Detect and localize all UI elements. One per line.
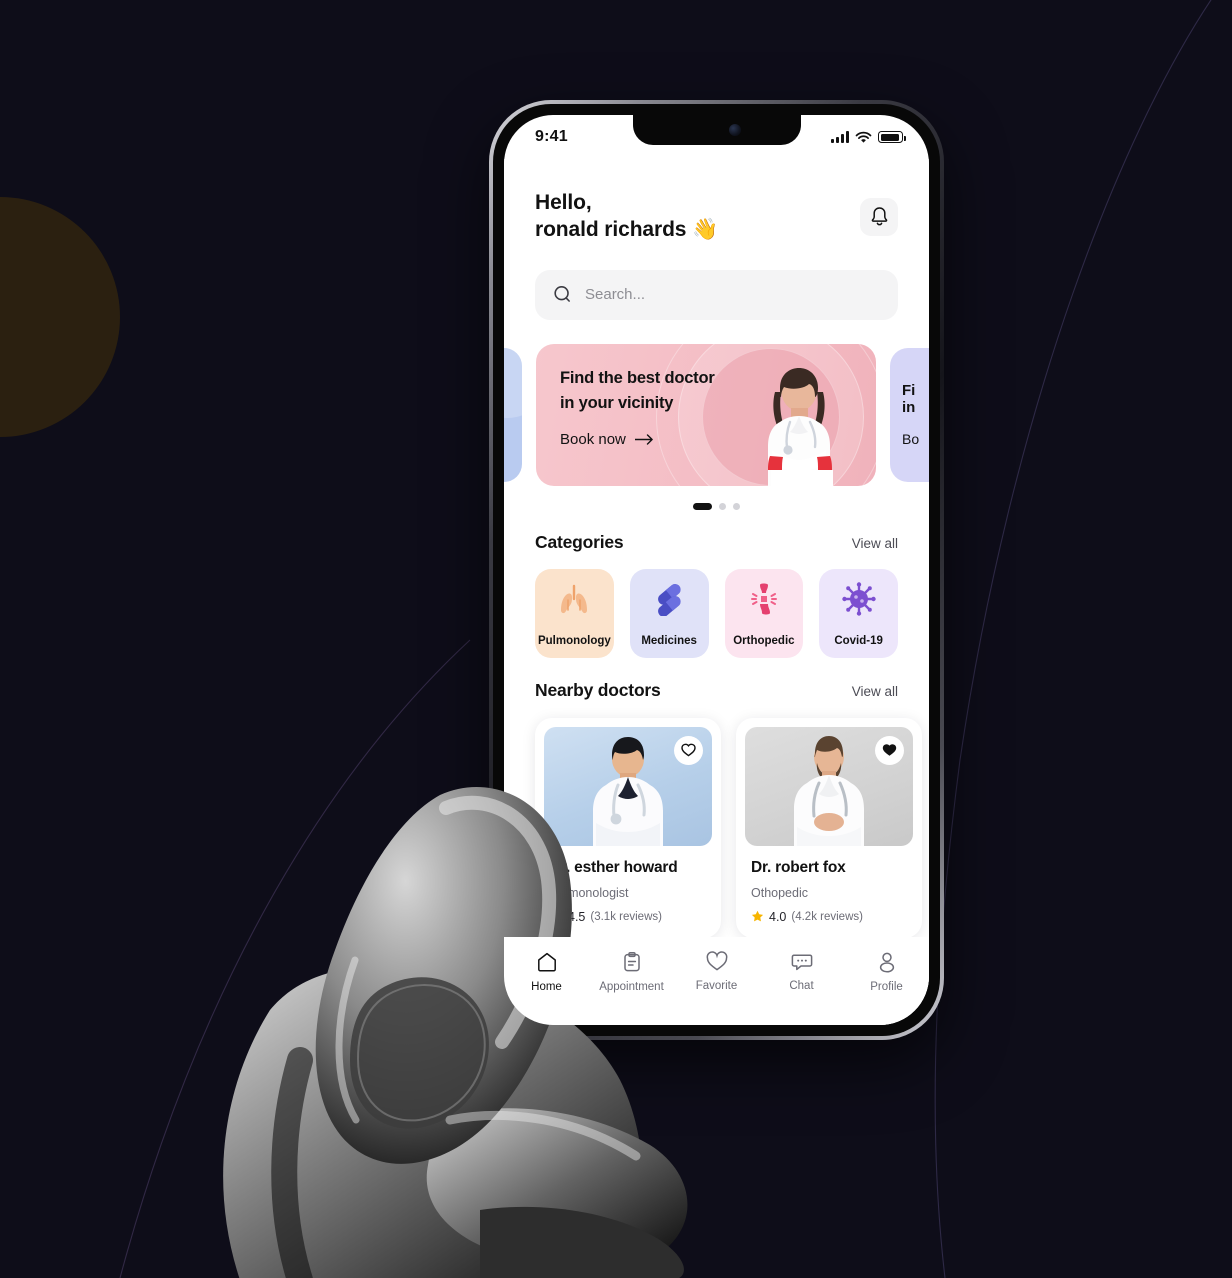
category-card-covid19[interactable]: Covid-19 — [819, 568, 898, 658]
battery-icon — [878, 131, 906, 143]
chat-bubble-icon — [791, 954, 812, 971]
tab-label: Chat — [789, 980, 814, 992]
doctor-rating-value: 4.0 — [769, 909, 787, 924]
doctor-name: Dr. esther howard — [550, 858, 678, 876]
notification-button[interactable] — [860, 197, 898, 236]
nurse-illustration — [768, 367, 833, 486]
tab-chat[interactable]: Chat — [759, 951, 844, 992]
arrow-right-icon — [634, 434, 653, 445]
person-icon — [879, 952, 894, 973]
greeting-line-1: Hello, — [535, 191, 592, 214]
cellular-bars-icon — [831, 131, 849, 143]
clipboard-icon — [623, 952, 640, 972]
greeting-text: Hello, ronald richards 👋 — [535, 190, 718, 244]
doctor-specialty: Pulmonologist — [550, 885, 629, 900]
heart-icon — [706, 951, 727, 971]
doctors-view-all-link[interactable]: View all — [852, 684, 898, 699]
category-label: Pulmonology — [537, 634, 611, 647]
categories-title: Categories — [535, 531, 624, 552]
bell-icon — [871, 207, 887, 226]
pagination-dot-1[interactable] — [693, 502, 712, 510]
tab-label: Profile — [870, 981, 903, 993]
promo-banner-previous[interactable] — [504, 347, 522, 482]
category-card-medicines[interactable]: Medicines — [629, 568, 709, 658]
promo-carousel[interactable]: Find the best doctor in your vicinity Bo… — [504, 343, 929, 486]
carousel-pagination[interactable] — [504, 502, 929, 510]
doctor-specialty: Othopedic — [751, 885, 808, 900]
category-label: Medicines — [641, 634, 697, 647]
star-icon — [550, 911, 563, 922]
promo-banner-active[interactable]: Find the best doctor in your vicinity Bo… — [536, 343, 876, 486]
categories-list: Pulmonology Medicines Orthopedic Covid-1… — [504, 568, 929, 658]
promo-banner-next[interactable]: Fi in Bo — [890, 347, 929, 482]
doctors-header: Nearby doctors View all — [504, 680, 929, 701]
categories-view-all-link[interactable]: View all — [852, 536, 898, 551]
doctors-list: Dr. esther howard Pulmonologist 4.5 (3.1… — [504, 717, 929, 937]
tab-label: Appointment — [599, 981, 664, 993]
capsules-icon — [658, 583, 681, 616]
home-icon — [537, 952, 556, 972]
banner-title-line-1: Find the best doctor — [560, 368, 715, 387]
doctor-rating: 4.5 (3.1k reviews) — [550, 910, 712, 924]
next-banner-line-2: in — [902, 399, 916, 417]
joint-pain-icon — [750, 583, 777, 615]
category-label: Covid-19 — [834, 634, 883, 647]
phone-body: 9:41 Hello, ronald richards 👋 Search... … — [493, 104, 940, 1036]
favorite-button[interactable] — [674, 735, 703, 765]
next-banner-title: Fi in — [902, 382, 929, 416]
doctors-title: Nearby doctors — [535, 679, 661, 700]
phone-frame: 9:41 Hello, ronald richards 👋 Search... … — [489, 100, 944, 1040]
search-input[interactable]: Search... — [535, 269, 898, 320]
greeting-row: Hello, ronald richards 👋 — [504, 159, 929, 244]
doctor-photo — [745, 726, 913, 846]
scroll-area[interactable]: Hello, ronald richards 👋 Search... Find … — [504, 159, 929, 937]
pagination-dot-2[interactable] — [719, 502, 726, 510]
categories-header: Categories View all — [504, 532, 929, 553]
doctor-rating-value: 4.5 — [568, 909, 586, 924]
doctor-review-count: (3.1k reviews) — [590, 910, 662, 923]
greeting-line-2: ronald richards 👋 — [535, 217, 719, 241]
wifi-icon — [855, 131, 872, 143]
bottom-navigation: Home Appointment Favorite Chat Profile — [504, 937, 929, 1025]
pagination-dot-3[interactable] — [733, 502, 740, 510]
doctor-rating: 4.0 (4.2k reviews) — [751, 910, 913, 924]
category-label: Orthopedic — [733, 634, 795, 647]
heart-filled-icon — [882, 744, 897, 757]
app-content: Hello, ronald richards 👋 Search... Find … — [504, 159, 929, 1025]
heart-outline-icon — [681, 743, 696, 757]
book-now-label: Book now — [560, 430, 626, 448]
next-banner-cta: Bo — [902, 431, 920, 448]
tab-profile[interactable]: Profile — [844, 951, 929, 993]
status-indicators — [831, 131, 906, 144]
status-time: 9:41 — [535, 128, 568, 145]
doctor-card[interactable]: Dr. esther howard Pulmonologist 4.5 (3.1… — [535, 717, 721, 937]
phone-mockup: 9:41 Hello, ronald richards 👋 Search... … — [489, 100, 944, 1040]
tab-home[interactable]: Home — [504, 951, 589, 993]
doctor-review-count: (4.2k reviews) — [791, 910, 863, 923]
search-placeholder: Search... — [585, 286, 646, 304]
banner-title-line-2: in your vicinity — [560, 394, 674, 413]
star-icon — [751, 911, 764, 922]
tab-label: Home — [531, 981, 562, 993]
virus-icon — [841, 582, 876, 616]
doctor-name: Dr. robert fox — [751, 858, 846, 876]
next-banner-line-1: Fi — [902, 382, 916, 400]
phone-screen: 9:41 Hello, ronald richards 👋 Search... … — [504, 115, 929, 1025]
tab-appointment[interactable]: Appointment — [589, 951, 674, 993]
tab-favorite[interactable]: Favorite — [674, 951, 759, 992]
lungs-icon — [561, 584, 588, 613]
category-card-pulmonology[interactable]: Pulmonology — [535, 568, 614, 658]
search-icon — [554, 286, 570, 303]
doctor-card[interactable]: Dr. robert fox Othopedic 4.0 (4.2k revie… — [736, 717, 922, 937]
category-card-orthopedic[interactable]: Orthopedic — [724, 568, 804, 658]
status-bar: 9:41 — [504, 115, 929, 159]
doctor-photo — [544, 726, 712, 846]
tab-label: Favorite — [695, 980, 738, 992]
favorite-button[interactable] — [875, 735, 904, 765]
